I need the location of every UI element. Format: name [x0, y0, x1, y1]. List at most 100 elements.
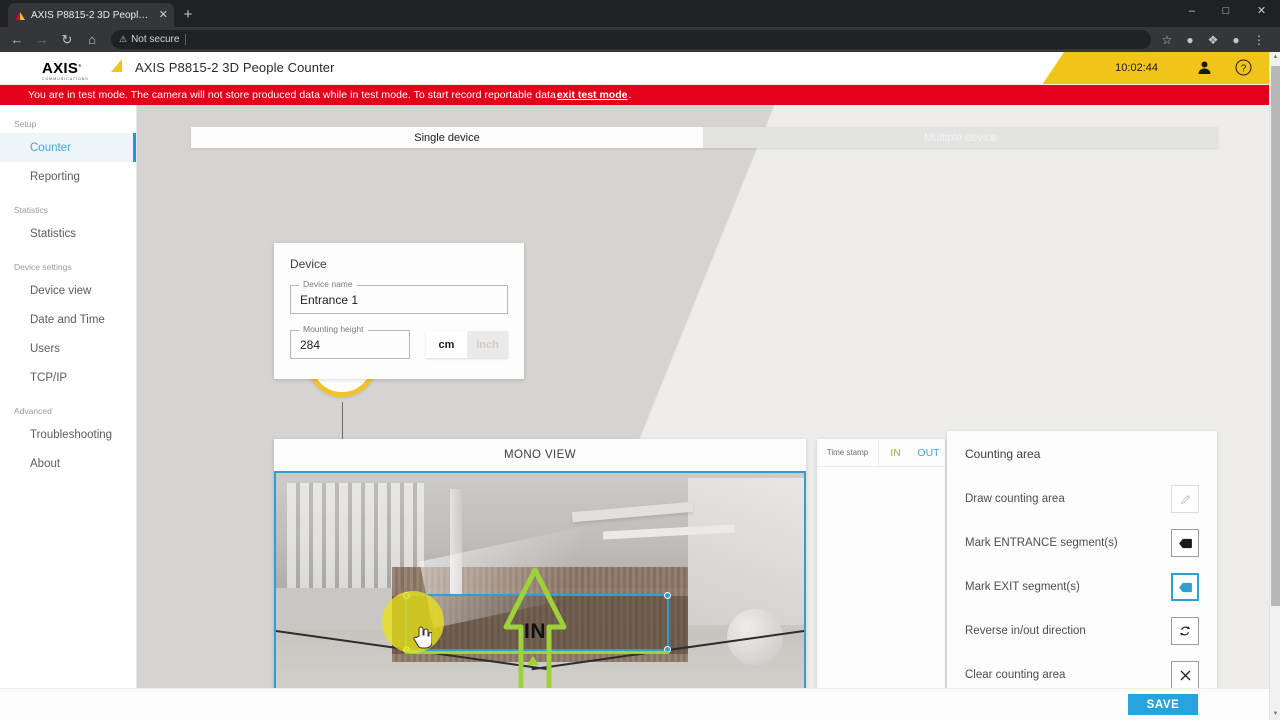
tab-multiple-device[interactable]: Multiple device [703, 127, 1218, 148]
in-direction-label: IN [503, 620, 567, 644]
mark-exit-segments-button[interactable] [1171, 573, 1199, 601]
sidebar-item-about[interactable]: About [0, 449, 136, 478]
sidebar-item-label: Counter [30, 142, 71, 154]
mono-view-card: MONO VIEW [274, 439, 806, 720]
extensions-puzzle-icon[interactable]: ❖ [1205, 33, 1221, 47]
unit-option-cm[interactable]: cm [426, 331, 467, 358]
unit-option-inch[interactable]: inch [467, 331, 508, 358]
sidebar-divider [0, 191, 136, 199]
tab-single-device[interactable]: Single device [191, 127, 703, 148]
back-icon[interactable]: ← [6, 29, 28, 51]
device-name-field: Device name [290, 285, 508, 314]
row-label: Mark EXIT segment(s) [965, 581, 1080, 593]
row-label: Mark ENTRANCE segment(s) [965, 537, 1118, 549]
user-icon[interactable] [1197, 60, 1212, 80]
profile-avatar-icon[interactable]: ● [1228, 33, 1244, 47]
page-title: AXIS P8815-2 3D People Counter [135, 60, 335, 75]
device-name-input[interactable] [290, 285, 508, 314]
counting-area-title: Counting area [965, 447, 1199, 461]
draw-counting-area-button[interactable] [1171, 485, 1199, 513]
counting-area-handle[interactable] [664, 592, 671, 599]
not-secure-label: Not secure [131, 34, 179, 45]
row-label: Clear counting area [965, 669, 1065, 681]
mounting-height-label: Mounting height [299, 324, 368, 334]
mono-view-video[interactable]: IN [274, 471, 806, 720]
sidebar-item-label: About [30, 458, 60, 470]
omnibox-divider [185, 34, 186, 45]
svg-text:?: ? [1241, 63, 1247, 74]
clear-counting-area-button[interactable] [1171, 661, 1199, 689]
row-draw-counting-area: Draw counting area [965, 477, 1199, 521]
test-mode-text-after: . [628, 89, 631, 101]
save-button[interactable]: SAVE [1128, 694, 1198, 715]
sidebar-item-device-view[interactable]: Device view [0, 276, 136, 305]
scrollbar-thumb[interactable] [1271, 66, 1280, 606]
sidebar-group-setup: Setup [0, 113, 136, 133]
sidebar-item-reporting[interactable]: Reporting [0, 162, 136, 191]
sidebar-item-label: Device view [30, 285, 91, 297]
media-circle-icon[interactable]: ● [1182, 33, 1198, 47]
axis-logo: AXIS® COMMUNICATIONS [42, 58, 112, 80]
sidebar-item-users[interactable]: Users [0, 334, 136, 363]
page-scrollbar[interactable]: ▲ ▼ [1269, 52, 1280, 720]
address-bar[interactable]: ⚠ Not secure [111, 30, 1151, 49]
in-column-header: IN [879, 439, 912, 466]
logo-subtext: COMMUNICATIONS [42, 77, 112, 81]
row-label: Reverse in/out direction [965, 625, 1086, 637]
mounting-height-field: Mounting height [290, 330, 410, 359]
reload-icon[interactable]: ↻ [56, 29, 78, 51]
sidebar-item-label: TCP/IP [30, 372, 67, 384]
browser-tab[interactable]: AXIS P8815-2 3D People Counter ✕ [8, 3, 174, 27]
hand-cursor-icon [413, 625, 432, 655]
reverse-direction-button[interactable] [1171, 617, 1199, 645]
page-viewport: AXIS® COMMUNICATIONS AXIS P8815-2 3D Peo… [0, 52, 1272, 720]
tab-close-icon[interactable]: ✕ [159, 10, 168, 21]
chrome-menu-icon[interactable]: ⋮ [1251, 33, 1267, 47]
home-icon[interactable]: ⌂ [81, 29, 103, 51]
unit-label: inch [476, 339, 499, 351]
bookmark-star-icon[interactable]: ☆ [1159, 33, 1175, 47]
sidebar-item-counter[interactable]: Counter [0, 133, 136, 162]
forward-icon[interactable]: → [31, 29, 53, 51]
mark-entrance-segments-button[interactable] [1171, 529, 1199, 557]
out-column-header: OUT [912, 439, 945, 466]
logo-registered-mark: ® [78, 63, 81, 68]
help-icon[interactable]: ? [1235, 59, 1252, 81]
window-minimize-button[interactable]: – [1189, 6, 1195, 17]
save-button-label: SAVE [1147, 699, 1180, 711]
row-mark-entrance: Mark ENTRANCE segment(s) [965, 521, 1199, 565]
row-mark-exit: Mark EXIT segment(s) [965, 565, 1199, 609]
sidebar: Setup Counter Reporting Statistics Stati… [0, 105, 137, 720]
unit-label: cm [439, 339, 455, 351]
sidebar-group-device-settings: Device settings [0, 256, 136, 276]
toolbar-icons: ☆ ● ❖ ● ⋮ [1159, 33, 1269, 47]
exit-test-mode-link[interactable]: exit test mode [557, 89, 628, 101]
window-maximize-button[interactable]: □ [1223, 6, 1230, 17]
mono-view-title: MONO VIEW [274, 439, 806, 471]
mounting-height-input[interactable] [290, 330, 410, 359]
sidebar-item-label: Statistics [30, 228, 76, 240]
pencil-icon [1178, 494, 1193, 505]
window-controls: – □ ✕ [1175, 0, 1280, 22]
sidebar-divider [0, 248, 136, 256]
browser-tabstrip: AXIS P8815-2 3D People Counter ✕ + – □ ✕ [0, 0, 1280, 27]
browser-tab-title: AXIS P8815-2 3D People Counter [31, 10, 154, 21]
sidebar-item-date-and-time[interactable]: Date and Time [0, 305, 136, 334]
scroll-down-icon[interactable]: ▼ [1270, 709, 1280, 720]
window-close-button[interactable]: ✕ [1257, 6, 1266, 17]
sidebar-group-statistics: Statistics [0, 199, 136, 219]
sidebar-item-troubleshooting[interactable]: Troubleshooting [0, 420, 136, 449]
sidebar-group-advanced: Advanced [0, 400, 136, 420]
test-mode-text-before: You are in test mode. The camera will no… [28, 89, 556, 101]
browser-toolbar: ← → ↻ ⌂ ⚠ Not secure ☆ ● ❖ ● ⋮ [0, 27, 1280, 52]
sidebar-item-tcpip[interactable]: TCP/IP [0, 363, 136, 392]
new-tab-button[interactable]: + [178, 5, 198, 25]
test-mode-banner: You are in test mode. The camera will no… [0, 85, 1272, 105]
not-secure-warning-icon: ⚠ [119, 34, 127, 45]
refresh-icon [1178, 624, 1192, 638]
scene-right-wall [688, 478, 804, 625]
scroll-up-icon[interactable]: ▲ [1270, 52, 1280, 63]
sidebar-item-statistics[interactable]: Statistics [0, 219, 136, 248]
row-label: Draw counting area [965, 493, 1065, 505]
browser-window: AXIS P8815-2 3D People Counter ✕ + – □ ✕… [0, 0, 1280, 720]
